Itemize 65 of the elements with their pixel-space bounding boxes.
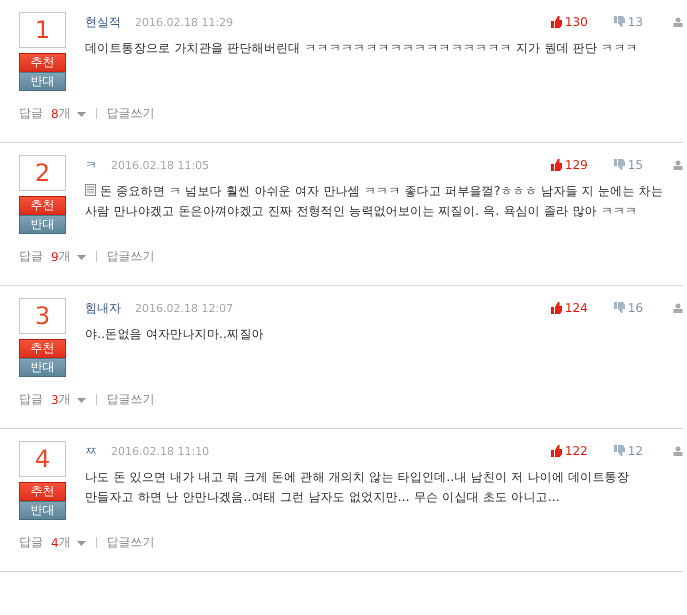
like-count[interactable]: 129 — [550, 158, 588, 172]
person-icon[interactable] — [673, 303, 683, 313]
oppose-button[interactable]: 반대 — [19, 358, 66, 377]
rank-number: 1 — [19, 12, 66, 48]
caret-icon[interactable] — [76, 112, 86, 117]
reply-label: 답글 — [19, 105, 43, 122]
thumbs-up-icon — [550, 159, 562, 171]
reply-unit: 개 — [58, 534, 71, 551]
reply-count[interactable]: 9 — [51, 250, 59, 264]
comment-date: 2016.02.18 11:10 — [111, 444, 210, 458]
comment-text: 나도 돈 있으면 내가 내고 뭐 크게 돈에 관해 개의치 않는 타입인데..내 남친이 저 나이에 데이트통장 만들자고 하면 난 안만나겠음..여태 그런 남자도 없었지만... 무슨 이십대 초도 아니고... — [85, 469, 630, 506]
caret-icon[interactable] — [76, 255, 86, 260]
person-icon[interactable] — [673, 160, 683, 170]
like-count[interactable]: 130 — [550, 15, 588, 29]
reply-count[interactable]: 8 — [51, 106, 59, 120]
comment-date: 2016.02.18 12:07 — [135, 302, 234, 314]
like-count[interactable]: 122 — [550, 444, 588, 458]
thumbs-up-icon — [550, 16, 562, 28]
comment-date: 2016.02.18 11:05 — [111, 158, 210, 172]
reply-label: 답글 — [19, 248, 43, 265]
thumbs-up-icon — [550, 445, 562, 457]
document-icon — [85, 184, 96, 196]
rank-number: 2 — [19, 155, 66, 191]
comment-text: 야..돈없음 여자만나지마..찌질아 — [85, 326, 265, 343]
reply-unit: 개 — [58, 391, 71, 408]
recommend-button[interactable]: 추천 — [19, 53, 66, 72]
person-icon[interactable] — [673, 446, 683, 456]
reply-label: 답글 — [19, 391, 43, 408]
thumbs-down-icon — [614, 445, 625, 457]
write-reply-link[interactable]: 답글쓰기 — [106, 534, 155, 551]
dislike-count[interactable]: 15 — [614, 158, 643, 172]
author-name[interactable]: ㅉ — [85, 442, 97, 460]
oppose-button[interactable]: 반대 — [19, 215, 66, 234]
recommend-button[interactable]: 추천 — [19, 339, 66, 358]
oppose-button[interactable]: 반대 — [19, 72, 66, 91]
reply-unit: 개 — [58, 105, 71, 122]
thumbs-down-icon — [614, 302, 625, 314]
reply-label: 답글 — [19, 534, 43, 551]
rank-number: 3 — [19, 298, 66, 334]
reply-count[interactable]: 3 — [51, 392, 59, 406]
comment-text: 돈 중요하면 ㅋ 넘보다 훨씬 아쉬운 여자 만나셈 ㅋㅋㅋ 좋다고 퍼부을껄?ㅎㅎㅎ 남자들 지 눈에는 차는 사람 만나야겠고 돈은아껴야겠고 진짜 전형적인 능력없어보이는 찌질이. 윽. 욕심이 졸라 많아 ㅋㅋㅋ — [85, 183, 664, 220]
recommend-button[interactable]: 추천 — [19, 482, 66, 501]
author-name[interactable]: ㅋ — [85, 156, 97, 174]
thumbs-down-icon — [614, 16, 625, 28]
dislike-count[interactable]: 13 — [614, 15, 643, 29]
recommend-button[interactable]: 추천 — [19, 196, 66, 215]
reply-unit: 개 — [58, 248, 71, 265]
write-reply-link[interactable]: 답글쓰기 — [106, 248, 155, 265]
rank-number: 4 — [19, 441, 66, 477]
reply-count[interactable]: 4 — [51, 536, 59, 550]
oppose-button[interactable]: 반대 — [19, 501, 66, 520]
dislike-count[interactable]: 12 — [614, 444, 643, 458]
write-reply-link[interactable]: 답글쓰기 — [106, 391, 155, 408]
thumbs-down-icon — [614, 159, 625, 171]
person-icon[interactable] — [673, 17, 683, 27]
author-name[interactable]: 힘내자 — [85, 300, 121, 316]
caret-icon[interactable] — [76, 398, 86, 403]
comment-text: 데이트통장으로 가치관을 판단해버린대 ㅋㅋㅋㅋㅋㅋㅋㅋㅋㅋㅋㅋㅋㅋㅋㅋㅋ 지가 뭔데 판단 ㅋㅋㅋ — [85, 40, 639, 57]
write-reply-link[interactable]: 답글쓰기 — [106, 105, 155, 122]
author-name[interactable]: 현실적 — [85, 14, 121, 30]
comment-date: 2016.02.18 11:29 — [135, 16, 234, 28]
thumbs-up-icon — [550, 302, 562, 314]
caret-icon[interactable] — [76, 541, 86, 546]
dislike-count[interactable]: 16 — [614, 301, 643, 315]
like-count[interactable]: 124 — [550, 301, 588, 315]
